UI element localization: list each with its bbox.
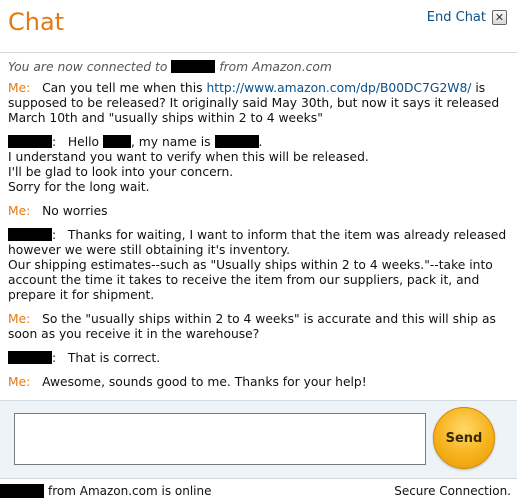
message-text: Sorry for the long wait.	[8, 180, 150, 194]
header-divider	[0, 52, 517, 53]
status-suffix: from Amazon.com	[219, 60, 332, 74]
product-link[interactable]: http://www.amazon.com/dp/B00DC7G2W8/	[206, 81, 471, 95]
sender-colon: :	[52, 135, 57, 149]
status-footer: from Amazon.com is online Secure Connect…	[0, 478, 517, 502]
sender-me: Me:	[8, 204, 31, 218]
message-text: Can you tell me when this	[42, 81, 203, 95]
sender-me: Me:	[8, 81, 31, 95]
message-text: I understand you want to verify when thi…	[8, 150, 369, 164]
message-text: Hello	[67, 135, 100, 149]
sender-me: Me:	[8, 312, 31, 326]
message-text: Awesome, sounds good to me. Thanks for y…	[42, 375, 367, 389]
redacted-agent-name	[0, 483, 44, 498]
redacted-customer-name	[102, 135, 131, 148]
message-input[interactable]	[14, 413, 426, 465]
chat-title: Chat	[8, 8, 65, 36]
message-text: Our shipping estimates--such as "Usually…	[8, 258, 493, 302]
redacted-agent-name	[8, 228, 52, 241]
redacted-agent-name	[171, 60, 216, 73]
redacted-agent-name	[8, 351, 52, 364]
connection-status: You are now connected to from Amazon.com	[8, 60, 511, 75]
message-me-1: Me: Can you tell me when this http://www…	[8, 81, 511, 126]
compose-area: Send	[0, 400, 517, 479]
message-text: I'll be glad to look into your concern.	[8, 165, 234, 179]
message-agent-2: : Thanks for waiting, I want to inform t…	[8, 228, 511, 303]
send-button[interactable]: Send	[433, 407, 495, 469]
message-text: No worries	[42, 204, 108, 218]
secure-connection-label: Secure Connection.	[394, 483, 511, 498]
redacted-agent-name	[214, 135, 259, 148]
message-text: That is correct.	[67, 351, 161, 365]
message-me-4: Me: Awesome, sounds good to me. Thanks f…	[8, 375, 511, 390]
message-agent-3: : That is correct.	[8, 351, 511, 366]
sender-colon: :	[52, 228, 57, 242]
chat-transcript: You are now connected to from Amazon.com…	[8, 60, 511, 399]
message-text: , my name is	[130, 135, 211, 149]
redacted-agent-name	[8, 135, 52, 148]
message-agent-1: : Hello , my name is . I understand you …	[8, 135, 511, 195]
message-me-2: Me: No worries	[8, 204, 511, 219]
message-text: Thanks for waiting, I want to inform tha…	[8, 228, 507, 257]
online-status-text: from Amazon.com is online	[48, 483, 212, 498]
agent-online-status: from Amazon.com is online	[0, 483, 212, 498]
end-chat-label[interactable]: End Chat	[427, 10, 486, 25]
message-me-3: Me: So the "usually ships within 2 to 4 …	[8, 312, 511, 342]
close-icon[interactable]: ✕	[492, 10, 507, 25]
sender-colon: :	[52, 351, 57, 365]
sender-me: Me:	[8, 375, 31, 389]
status-prefix: You are now connected to	[8, 60, 168, 74]
end-chat-button[interactable]: End Chat ✕	[427, 10, 507, 25]
message-text: So the "usually ships within 2 to 4 week…	[8, 312, 496, 341]
